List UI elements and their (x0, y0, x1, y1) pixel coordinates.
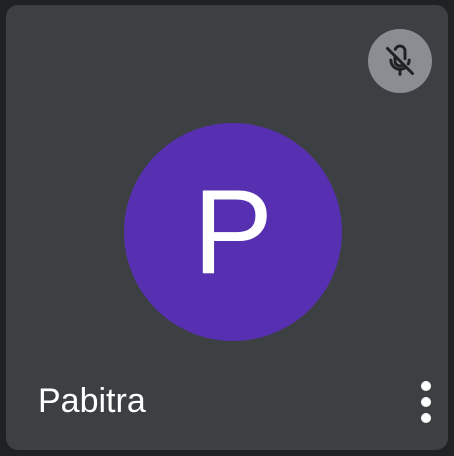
more-vertical-icon-dot-bottom (421, 413, 431, 423)
more-vertical-icon-dot-top (421, 381, 431, 391)
participant-tile[interactable]: P Pabitra (6, 5, 448, 450)
microphone-off-icon (386, 44, 414, 76)
avatar: P (124, 123, 342, 341)
more-vertical-icon-dot-middle (421, 397, 431, 407)
avatar-initial: P (192, 165, 274, 299)
more-options-button[interactable] (404, 371, 448, 433)
participant-name: Pabitra (38, 382, 146, 420)
mute-status-badge (368, 29, 432, 93)
